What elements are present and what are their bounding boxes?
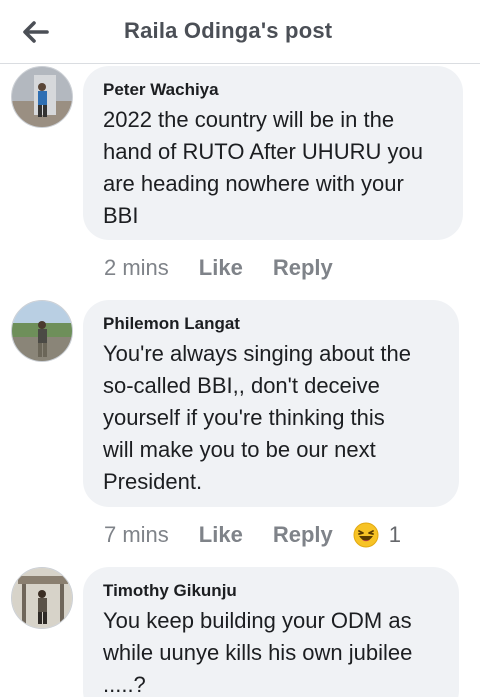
- arrow-left-icon: [23, 21, 49, 43]
- comment-time: 7 mins: [104, 522, 169, 547]
- comment-time: 2 mins: [104, 255, 169, 280]
- laughing-emoji-icon: [353, 522, 379, 548]
- like-button[interactable]: Like: [199, 522, 243, 548]
- comment-text: You're always singing about the so-calle…: [103, 341, 411, 494]
- comment-bubble: Timothy Gikunju You keep building your O…: [83, 567, 459, 697]
- avatar[interactable]: [11, 300, 73, 362]
- comment-author[interactable]: Peter Wachiya: [103, 79, 443, 101]
- comment-author[interactable]: Philemon Langat: [103, 313, 439, 335]
- comment-author[interactable]: Timothy Gikunju: [103, 580, 439, 602]
- page-title: Raila Odinga's post: [124, 18, 333, 43]
- back-button[interactable]: [18, 14, 54, 50]
- avatar[interactable]: [11, 567, 73, 629]
- comment-bubble: Philemon Langat You're always singing ab…: [83, 300, 459, 507]
- comment-text: You keep building your ODM as while uuny…: [103, 608, 413, 697]
- reply-button[interactable]: Reply: [273, 255, 333, 281]
- comment-text: 2022 the country will be in the hand of …: [103, 107, 423, 228]
- like-button[interactable]: Like: [199, 255, 243, 281]
- reaction-count: 1: [388, 522, 401, 547]
- top-bar: Raila Odinga's post: [0, 0, 480, 64]
- reply-button[interactable]: Reply: [273, 522, 333, 548]
- comment-actions: 2 mins Like Reply: [104, 252, 333, 284]
- avatar[interactable]: [11, 66, 73, 128]
- reaction-summary[interactable]: 1: [353, 522, 401, 548]
- comment-bubble: Peter Wachiya 2022 the country will be i…: [83, 66, 463, 240]
- comment-actions: 7 mins Like Reply 1: [104, 519, 401, 551]
